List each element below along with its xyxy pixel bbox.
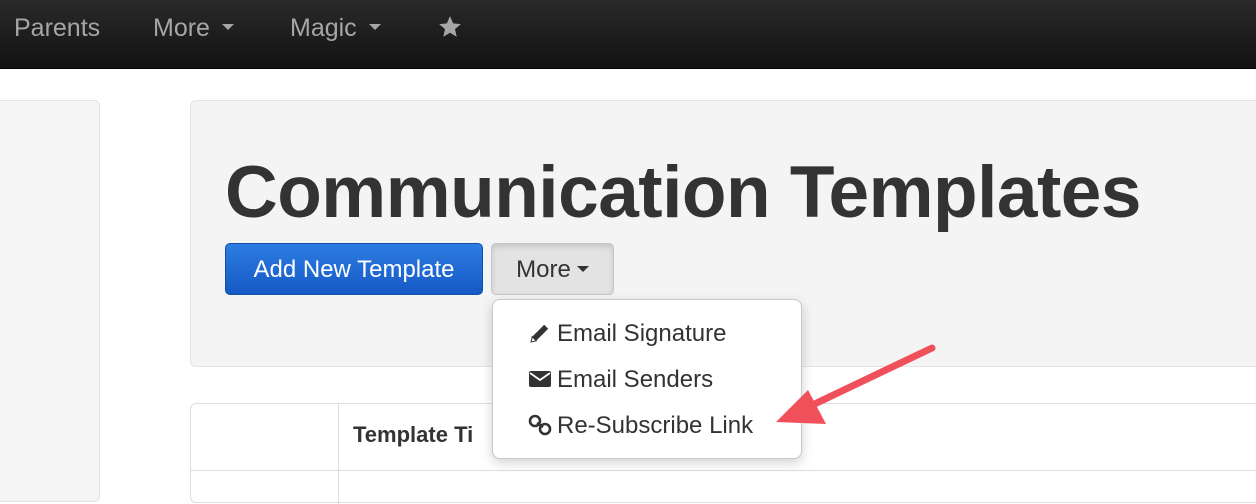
menu-item-email-signature[interactable]: Email Signature [527, 317, 726, 351]
caret-down-icon [221, 24, 234, 31]
star-icon[interactable] [437, 14, 463, 40]
more-button-label: More [516, 256, 571, 283]
page-title: Communication Templates [225, 152, 1142, 233]
table-row-divider [191, 470, 1256, 471]
annotation-arrow-icon [776, 344, 936, 424]
sidebar-panel [0, 100, 100, 502]
nav-item-label: Parents [14, 14, 101, 42]
top-navbar: Parents More Magic [0, 0, 1256, 69]
pencil-icon [530, 324, 549, 343]
nav-item-parents[interactable]: Parents [14, 0, 100, 56]
table-header-template-title[interactable]: Template Ti [353, 422, 473, 448]
menu-item-label: Email Senders [557, 366, 714, 393]
menu-item-resubscribe-link[interactable]: Re-Subscribe Link [527, 409, 753, 443]
menu-item-email-senders[interactable]: Email Senders [527, 363, 713, 397]
menu-item-label: Email Signature [557, 320, 727, 347]
link-icon [528, 414, 552, 435]
table-column-divider [338, 404, 339, 504]
more-dropdown-menu: Email Signature Email Senders Re-Subscri… [492, 299, 802, 459]
envelope-icon [529, 370, 551, 387]
nav-item-label: Magic [290, 14, 357, 42]
nav-item-more-dropdown[interactable]: More [153, 0, 234, 56]
nav-item-label: More [153, 14, 210, 42]
more-dropdown-button[interactable]: More [491, 243, 614, 295]
add-new-template-button[interactable]: Add New Template [225, 243, 483, 295]
nav-item-magic-dropdown[interactable]: Magic [290, 0, 381, 56]
menu-item-label: Re-Subscribe Link [557, 412, 754, 439]
caret-down-icon [576, 266, 589, 273]
caret-down-icon [368, 24, 381, 31]
